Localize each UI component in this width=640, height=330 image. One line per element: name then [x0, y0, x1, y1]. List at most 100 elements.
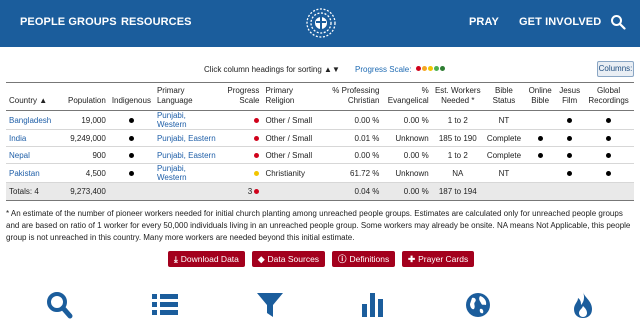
progress-scale-dot — [433, 66, 439, 71]
footnote: * An estimate of the number of pioneer w… — [6, 209, 631, 242]
globe-icon[interactable] — [463, 290, 493, 320]
data-sources-button[interactable]: ◆ Data Sources — [252, 251, 326, 267]
progress-scale-dot — [427, 66, 433, 71]
progress-dot — [254, 135, 260, 141]
country-link[interactable]: Pakistan — [9, 169, 40, 178]
progress-cell[interactable] — [219, 129, 263, 147]
progress-cell[interactable] — [219, 163, 263, 183]
fire-icon[interactable] — [568, 290, 598, 320]
nav-get-involved[interactable]: GET INVOLVED — [519, 16, 601, 28]
christian-cell: 0.00 % — [323, 110, 383, 130]
online-bible-cell — [524, 163, 557, 183]
nav-pray[interactable]: PRAY — [469, 16, 499, 28]
check-dot — [567, 170, 573, 176]
people-groups-table: Country ▲ Population Indigenous Primary L… — [6, 82, 634, 201]
col-global-recordings[interactable]: Global Recordings — [583, 82, 634, 111]
population-cell: 900 — [59, 146, 109, 164]
country-link[interactable]: Bangladesh — [9, 116, 51, 125]
col-population[interactable]: Population — [59, 82, 109, 111]
col-jesus-film[interactable]: Jesus Film — [556, 82, 584, 111]
jesus-film-cell — [556, 146, 584, 164]
progress-scale-dot — [439, 66, 445, 71]
col-indigenous[interactable]: Indigenous — [108, 82, 154, 111]
indigenous-cell — [108, 163, 154, 183]
online-bible-cell — [524, 146, 557, 164]
col-country[interactable]: Country ▲ — [6, 82, 60, 111]
check-dot — [606, 117, 612, 123]
columns-button[interactable]: Columns: — [597, 61, 634, 77]
progress-dot — [254, 117, 260, 123]
evangelical-cell: 0.00 % — [382, 110, 432, 130]
table-row: India 9,249,000 Punjabi, Eastern Other / Sm… — [6, 129, 634, 147]
religion-cell: Christianity — [262, 163, 324, 183]
language-link[interactable]: Punjabi, Eastern — [157, 151, 216, 160]
table-row: Nepal 900 Punjabi, Eastern Other / Small 0.0… — [6, 146, 634, 164]
language-link[interactable]: Punjabi, Western — [157, 164, 187, 182]
col-primary-religion[interactable]: Primary Religion — [262, 82, 324, 111]
check-dot — [606, 170, 612, 176]
top-navigation-bar: PEOPLE GROUPS RESOURCES PRAY GET INVOLVE… — [0, 0, 640, 47]
progress-scale-legend[interactable]: Progress Scale: — [355, 65, 446, 74]
sort-hint: Click column headings for sorting ▲▼ — [204, 65, 340, 74]
country-link[interactable]: Nepal — [9, 151, 30, 160]
definitions-button[interactable]: ⓘ Definitions — [332, 251, 396, 267]
check-dot — [606, 135, 612, 141]
plus-icon: ✚ — [408, 254, 416, 264]
evangelical-cell: Unknown — [382, 129, 432, 147]
evangelical-cell: 0.00 % — [382, 146, 432, 164]
workers-cell: 1 to 2 — [431, 110, 484, 130]
nav-people-groups[interactable]: PEOPLE GROUPS — [20, 16, 117, 28]
language-link[interactable]: Punjabi, Eastern — [157, 134, 216, 143]
nav-resources[interactable]: RESOURCES — [121, 16, 192, 28]
col-bible-status[interactable]: Bible Status — [483, 82, 525, 111]
totals-christian: 0.04 % — [323, 182, 383, 201]
religion-cell: Other / Small — [262, 129, 324, 147]
col-primary-language[interactable]: Primary Language — [153, 82, 220, 111]
religion-cell: Other / Small — [262, 110, 324, 130]
totals-population: 9,273,400 — [59, 182, 109, 201]
totals-label: Totals: 4 — [6, 182, 60, 201]
jesus-film-cell — [556, 129, 584, 147]
jesus-film-cell — [556, 110, 584, 130]
recordings-cell — [583, 129, 634, 147]
progress-dot — [254, 152, 260, 158]
col-evangelical[interactable]: % Evangelical — [382, 82, 432, 111]
progress-cell[interactable] — [219, 146, 263, 164]
online-bible-cell — [524, 110, 557, 130]
prayer-cards-button[interactable]: ✚ Prayer Cards — [402, 251, 475, 267]
check-dot — [606, 152, 612, 158]
progress-scale-dots — [415, 65, 446, 74]
check-dot — [567, 135, 573, 141]
progress-dot — [254, 170, 260, 176]
download-data-button[interactable]: ⤓ Download Data — [168, 251, 245, 267]
totals-progress: 3 — [219, 182, 263, 201]
bar-chart-icon[interactable] — [358, 290, 388, 320]
site-logo-icon[interactable] — [305, 7, 337, 39]
totals-row: Totals: 4 9,273,400 3 0.04 % 0.00 % 187 … — [6, 182, 634, 201]
col-progress-scale[interactable]: Progress Scale — [219, 82, 263, 111]
list-icon[interactable] — [150, 290, 180, 320]
check-dot — [128, 117, 134, 123]
progress-dot — [254, 189, 260, 194]
indigenous-cell — [108, 146, 154, 164]
col-workers-needed[interactable]: Est. Workers Needed * — [431, 82, 484, 111]
search-icon[interactable] — [610, 14, 626, 30]
info-icon: ⓘ — [338, 254, 347, 264]
recordings-cell — [583, 146, 634, 164]
population-cell: 9,249,000 — [59, 129, 109, 147]
col-online-bible[interactable]: Online Bible — [524, 82, 557, 111]
progress-cell[interactable] — [219, 110, 263, 130]
indigenous-cell — [108, 110, 154, 130]
filter-icon[interactable] — [255, 290, 285, 320]
progress-scale-dot — [421, 66, 427, 71]
country-link[interactable]: India — [9, 134, 26, 143]
totals-evangelical: 0.00 % — [382, 182, 432, 201]
col-professing-christian[interactable]: % Professing Christian — [323, 82, 383, 111]
evangelical-cell: Unknown — [382, 163, 432, 183]
progress-scale-label: Progress Scale: — [355, 65, 412, 74]
check-dot — [128, 135, 134, 141]
workers-cell: NA — [431, 163, 484, 183]
progress-scale-dot — [415, 66, 421, 71]
language-link[interactable]: Punjabi, Western — [157, 111, 187, 129]
search-icon[interactable] — [44, 290, 74, 320]
